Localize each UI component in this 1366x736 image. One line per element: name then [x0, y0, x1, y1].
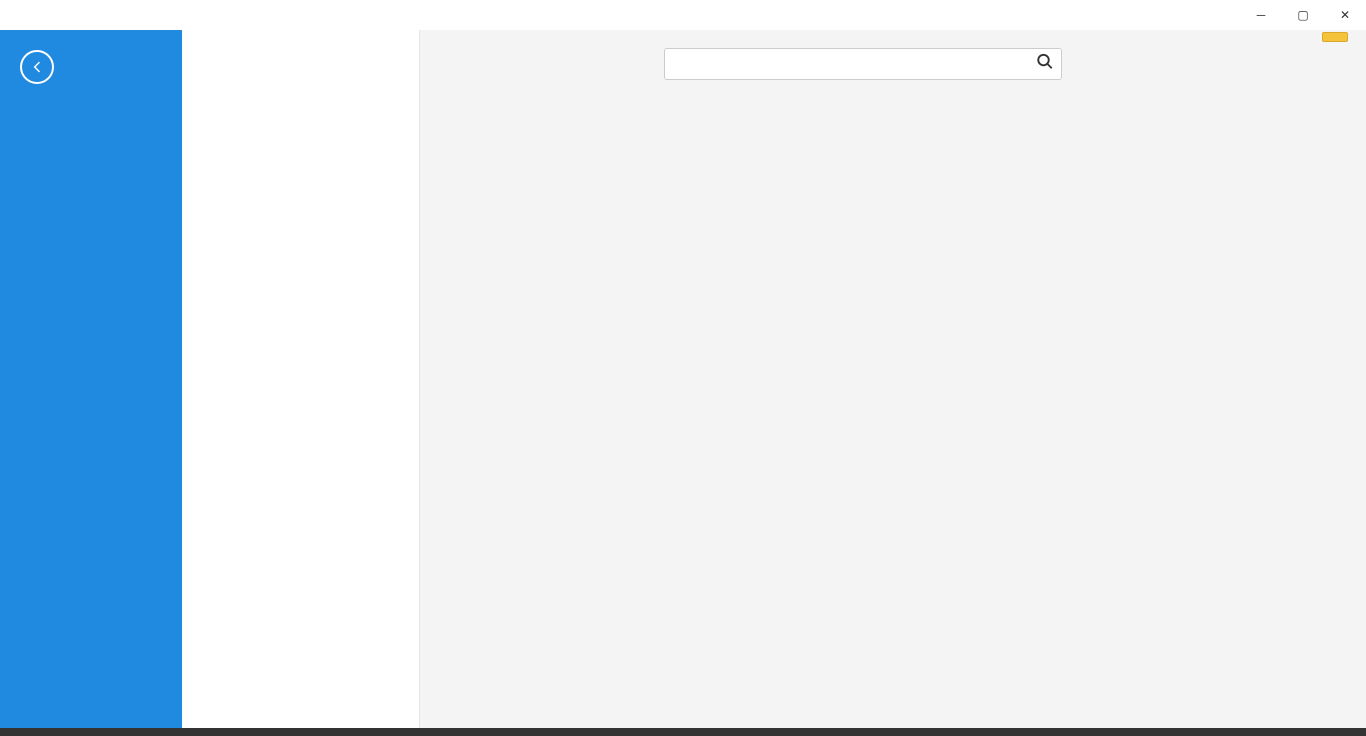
window-controls: ─ ▢ ✕ — [1240, 0, 1366, 30]
search-bar — [664, 48, 1062, 80]
arrow-left-icon — [29, 59, 45, 75]
task-bar — [0, 728, 1366, 736]
category-panel — [182, 30, 420, 728]
buy-now-button[interactable] — [1322, 32, 1348, 42]
main-panel — [420, 30, 1366, 728]
file-sidebar — [0, 30, 182, 728]
category-title — [182, 30, 419, 74]
top-actions — [1322, 32, 1358, 42]
close-button[interactable]: ✕ — [1324, 0, 1366, 30]
title-bar: ─ ▢ ✕ — [0, 0, 1366, 30]
back-button[interactable] — [20, 50, 54, 84]
minimize-button[interactable]: ─ — [1240, 0, 1282, 30]
search-input[interactable] — [664, 48, 1062, 80]
maximize-button[interactable]: ▢ — [1282, 0, 1324, 30]
search-icon[interactable] — [1036, 53, 1054, 76]
